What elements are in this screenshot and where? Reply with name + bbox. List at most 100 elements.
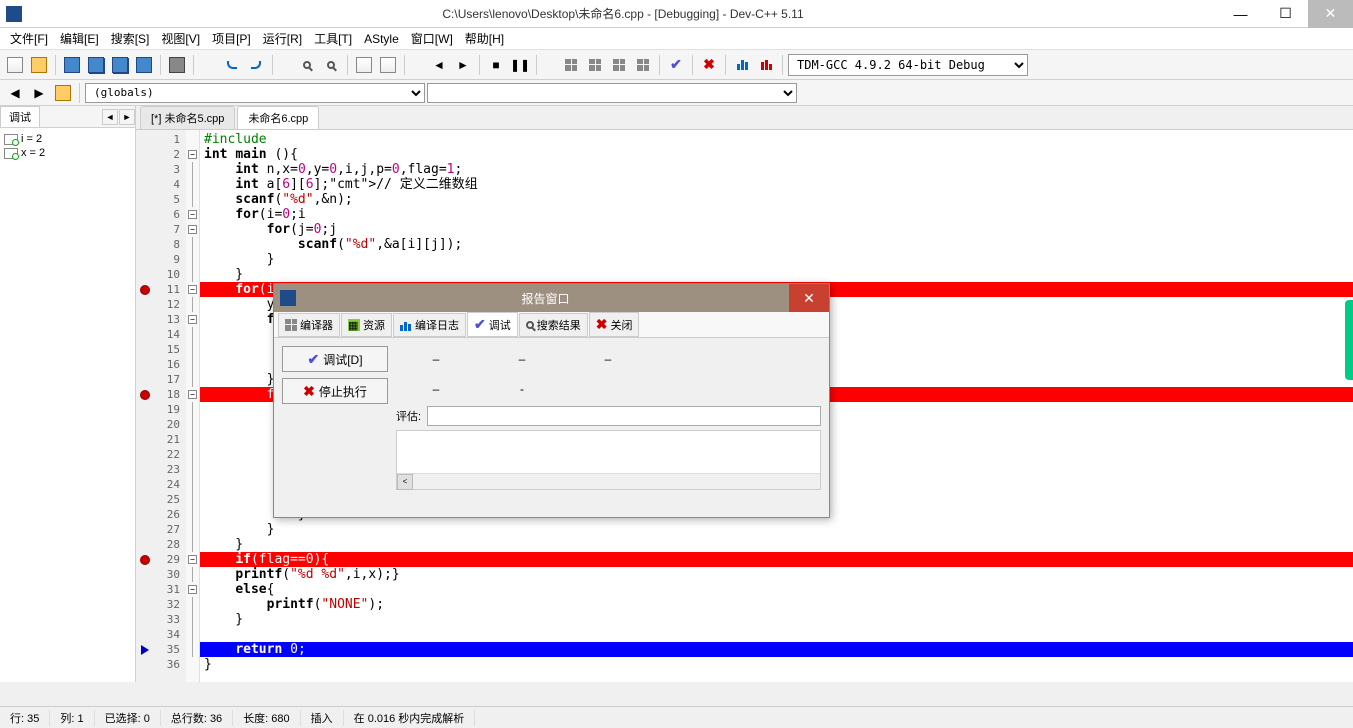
compile-button[interactable]: ✔	[665, 54, 687, 76]
watch-item[interactable]: i = 2	[4, 132, 131, 146]
menu-window[interactable]: 窗口[W]	[405, 28, 459, 49]
dialog-grid: ––– –- 评估: <	[396, 346, 821, 509]
window-title: C:\Users\lenovo\Desktop\未命名6.cpp - [Debu…	[28, 5, 1218, 22]
eval-input[interactable]	[427, 406, 821, 426]
separator	[782, 55, 783, 75]
tab-prev-button[interactable]: ◄	[102, 109, 118, 125]
forward-button[interactable]: ►	[452, 54, 474, 76]
menu-help[interactable]: 帮助[H]	[459, 28, 510, 49]
profile2-button[interactable]	[755, 54, 777, 76]
main-toolbar: ◄ ► ■ ❚❚ ✔ ✖ TDM-GCC 4.9.2 64-bit Debug	[0, 50, 1353, 80]
horizontal-scrollbar[interactable]: <	[397, 473, 820, 489]
menu-project[interactable]: 项目[P]	[206, 28, 257, 49]
separator	[55, 55, 56, 75]
separator	[160, 55, 161, 75]
menu-tools[interactable]: 工具[T]	[308, 28, 358, 49]
redo-button[interactable]	[245, 54, 267, 76]
check-icon: ✔	[307, 351, 319, 368]
close-button[interactable]: ✕	[1308, 0, 1353, 28]
back-button[interactable]: ◄	[428, 54, 450, 76]
watch-icon	[4, 134, 18, 145]
tile3-button[interactable]	[608, 54, 630, 76]
tab-search-results[interactable]: 搜索结果	[519, 313, 588, 337]
separator	[79, 83, 80, 103]
replace-button[interactable]	[320, 54, 342, 76]
pause-button[interactable]: ❚❚	[509, 54, 531, 76]
menu-view[interactable]: 视图[V]	[155, 28, 206, 49]
menu-astyle[interactable]: AStyle	[358, 30, 405, 48]
dialog-title: 报告窗口	[302, 290, 789, 307]
status-total: 总行数: 36	[161, 710, 233, 726]
right-edge-indicator	[1345, 300, 1353, 380]
scope-combo[interactable]: (globals)	[85, 83, 425, 103]
dialog-close-button[interactable]: ✕	[789, 284, 829, 312]
watch-list[interactable]: i = 2 x = 2	[0, 128, 135, 164]
status-parse: 在 0.016 秒内完成解析	[344, 710, 476, 726]
separator	[692, 55, 693, 75]
separator	[536, 55, 537, 75]
tile2-button[interactable]	[584, 54, 606, 76]
dialog-body: ✔调试[D] ✖停止执行 ––– –- 评估: <	[274, 338, 829, 517]
debug-tab[interactable]: 调试	[0, 106, 40, 127]
dialog-title-bar[interactable]: 报告窗口 ✕	[274, 284, 829, 312]
find-button[interactable]	[296, 54, 318, 76]
app-icon	[6, 6, 22, 22]
tab-next-button[interactable]: ►	[119, 109, 135, 125]
new-button[interactable]	[4, 54, 26, 76]
saveall-button[interactable]	[85, 54, 107, 76]
save-button[interactable]	[61, 54, 83, 76]
stop-button[interactable]: ■	[485, 54, 507, 76]
abort-button[interactable]: ✖	[698, 54, 720, 76]
result-list[interactable]: <	[396, 430, 821, 490]
tile4-button[interactable]	[632, 54, 654, 76]
x-icon: ✖	[596, 316, 608, 333]
check-icon: ✔	[474, 316, 486, 333]
tile-button[interactable]	[560, 54, 582, 76]
separator	[404, 55, 405, 75]
menu-edit[interactable]: 编辑[E]	[54, 28, 105, 49]
dialog-row: –––	[396, 346, 821, 372]
bookmark2-button[interactable]	[52, 82, 74, 104]
tab-compiler[interactable]: 编译器	[278, 313, 340, 337]
goto-left-button[interactable]: ◀	[4, 82, 26, 104]
minimize-button[interactable]: —	[1218, 0, 1263, 28]
tab-resource[interactable]: ▦资源	[341, 313, 392, 337]
compiler-select[interactable]: TDM-GCC 4.9.2 64-bit Debug	[788, 54, 1028, 76]
member-combo[interactable]	[427, 83, 797, 103]
tab-close[interactable]: ✖关闭	[589, 312, 640, 337]
profile-button[interactable]	[731, 54, 753, 76]
watch-item[interactable]: x = 2	[4, 146, 131, 160]
stop-execution-button[interactable]: ✖停止执行	[282, 378, 388, 404]
file-tab-active[interactable]: 未命名6.cpp	[237, 106, 319, 129]
goto-right-button[interactable]: ▶	[28, 82, 50, 104]
close-file-button[interactable]	[133, 54, 155, 76]
search-icon	[526, 321, 534, 329]
undo-button[interactable]	[221, 54, 243, 76]
menu-bar: 文件[F] 编辑[E] 搜索[S] 视图[V] 项目[P] 运行[R] 工具[T…	[0, 28, 1353, 50]
tab-compile-log[interactable]: 编译日志	[393, 313, 466, 337]
saveall2-button[interactable]	[109, 54, 131, 76]
menu-run[interactable]: 运行[R]	[257, 28, 308, 49]
dialog-icon	[280, 290, 296, 306]
file-tab[interactable]: [*] 未命名5.cpp	[140, 106, 235, 129]
menu-file[interactable]: 文件[F]	[4, 28, 54, 49]
scroll-left-button[interactable]: <	[397, 474, 413, 490]
fold-column[interactable]: −−−−−−−−	[186, 130, 200, 682]
tab-debug[interactable]: ✔调试	[467, 312, 518, 337]
debug-button[interactable]: ✔调试[D]	[282, 346, 388, 372]
separator	[479, 55, 480, 75]
open-button[interactable]	[28, 54, 50, 76]
resource-icon: ▦	[348, 319, 360, 331]
x-icon: ✖	[303, 383, 315, 400]
separator	[193, 55, 194, 75]
breakpoint-column[interactable]	[136, 130, 154, 682]
bookmark-button[interactable]	[377, 54, 399, 76]
maximize-button[interactable]: ☐	[1263, 0, 1308, 28]
menu-search[interactable]: 搜索[S]	[105, 28, 156, 49]
print-button[interactable]	[166, 54, 188, 76]
left-panel: 调试 ◄ ► i = 2 x = 2	[0, 106, 136, 682]
dialog-button-column: ✔调试[D] ✖停止执行	[282, 346, 388, 509]
dialog-row: –-	[396, 376, 821, 402]
separator	[659, 55, 660, 75]
goto-button[interactable]	[353, 54, 375, 76]
